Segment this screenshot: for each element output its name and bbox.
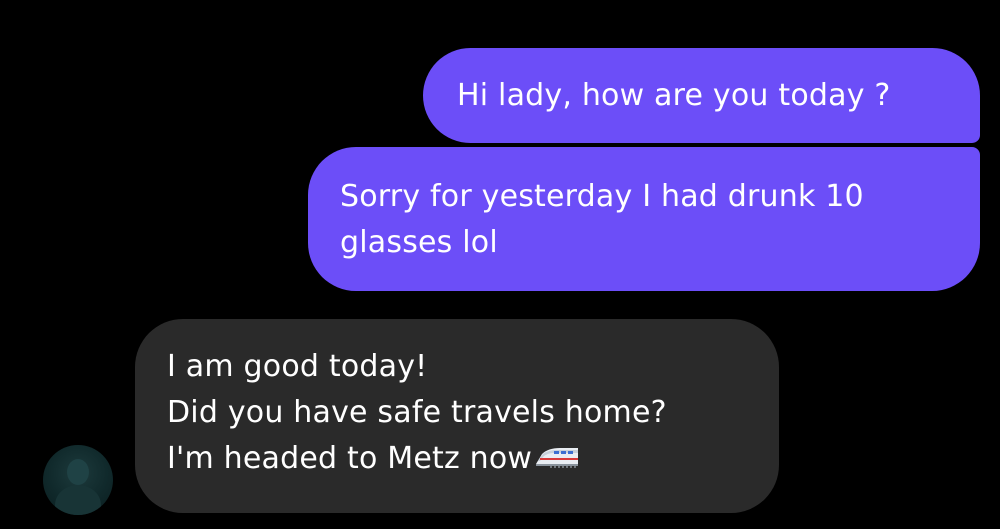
message-text: I am good today!	[167, 349, 428, 384]
avatar-silhouette-body	[55, 485, 101, 515]
contact-avatar[interactable]	[43, 445, 113, 515]
message-text: I'm headed to Metz now	[167, 441, 533, 476]
avatar-silhouette-head	[67, 459, 89, 485]
message-text: glasses lol	[340, 225, 498, 260]
high-speed-train-icon	[534, 438, 580, 468]
received-message-bubble[interactable]: I am good today! Did you have safe trave…	[135, 319, 779, 513]
message-line: I'm headed to Metz now	[167, 436, 779, 482]
sent-message-bubble[interactable]: Sorry for yesterday I had drunk 10 glass…	[308, 147, 980, 291]
message-text: Sorry for yesterday I had drunk 10	[340, 179, 864, 214]
message-text: Hi lady, how are you today ?	[457, 78, 891, 113]
message-text: Did you have safe travels home?	[167, 395, 667, 430]
sent-message-bubble[interactable]: Hi lady, how are you today ?	[423, 48, 980, 143]
